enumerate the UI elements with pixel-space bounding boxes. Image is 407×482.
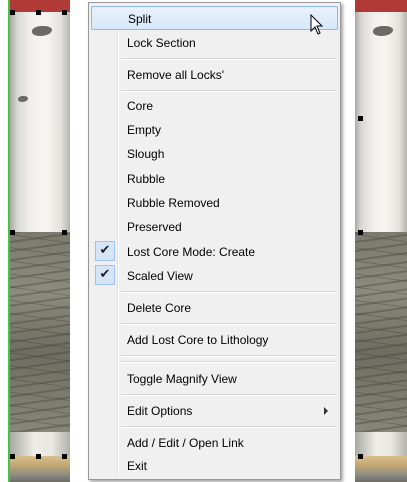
menu-item-label: Split bbox=[128, 12, 152, 26]
section-marker[interactable] bbox=[36, 454, 41, 459]
menu-item-label: Slough bbox=[127, 147, 165, 161]
menu-item-label: Lock Section bbox=[127, 36, 196, 50]
menu-item-label: Preserved bbox=[127, 220, 182, 234]
chevron-right-icon bbox=[324, 407, 328, 415]
core-section-white bbox=[355, 12, 407, 232]
menu-item-label: Remove all Locks' bbox=[127, 68, 224, 82]
core-section-tan bbox=[355, 456, 407, 482]
core-section-tan bbox=[10, 456, 70, 482]
context-menu: Split Lock Section Remove all Locks' Cor… bbox=[88, 2, 341, 480]
menu-separator bbox=[121, 58, 336, 60]
menu-item-lost-core-mode[interactable]: ✔ Lost Core Mode: Create bbox=[91, 240, 338, 264]
section-marker[interactable] bbox=[358, 116, 363, 121]
core-section-rock bbox=[10, 232, 70, 432]
menu-item-label: Rubble bbox=[127, 172, 166, 186]
menu-item-split[interactable]: Split bbox=[91, 6, 338, 30]
core-cap bbox=[355, 0, 407, 12]
menu-item-slough[interactable]: Slough bbox=[91, 142, 338, 166]
checkmark-icon: ✔ bbox=[95, 265, 115, 285]
section-marker[interactable] bbox=[358, 454, 363, 459]
arrow-cursor-icon bbox=[310, 14, 324, 35]
menu-separator bbox=[121, 323, 336, 325]
core-section-white bbox=[10, 12, 70, 232]
menu-item-label: Add Lost Core to Lithology bbox=[127, 333, 269, 347]
menu-item-label: Rubble Removed bbox=[127, 196, 220, 210]
menu-separator bbox=[121, 361, 336, 363]
menu-separator bbox=[121, 90, 336, 92]
menu-item-add-lost-core-to-lithology[interactable]: Add Lost Core to Lithology bbox=[91, 328, 338, 352]
section-marker[interactable] bbox=[62, 10, 67, 15]
menu-item-label: Toggle Magnify View bbox=[127, 372, 237, 386]
menu-item-scaled-view[interactable]: ✔ Scaled View bbox=[91, 264, 338, 288]
core-image-left bbox=[8, 0, 70, 482]
core-section-white bbox=[10, 432, 70, 456]
menu-item-rubble[interactable]: Rubble bbox=[91, 167, 338, 191]
menu-item-label: Empty bbox=[127, 123, 162, 137]
section-marker[interactable] bbox=[36, 10, 41, 15]
menu-item-label: Exit bbox=[127, 459, 148, 473]
menu-item-label: Delete Core bbox=[127, 301, 192, 315]
menu-item-label: Core bbox=[127, 99, 154, 113]
menu-item-lock-section[interactable]: Lock Section bbox=[91, 31, 338, 55]
section-marker[interactable] bbox=[10, 454, 15, 459]
menu-item-edit-options[interactable]: Edit Options bbox=[91, 399, 338, 423]
section-marker[interactable] bbox=[358, 230, 363, 235]
menu-separator bbox=[121, 355, 336, 357]
menu-item-label: Add / Edit / Open Link bbox=[127, 436, 244, 450]
menu-item-rubble-removed[interactable]: Rubble Removed bbox=[91, 191, 338, 215]
section-marker[interactable] bbox=[62, 454, 67, 459]
menu-separator bbox=[121, 426, 336, 428]
core-section-white bbox=[355, 432, 407, 456]
section-marker[interactable] bbox=[10, 230, 15, 235]
menu-item-delete-core[interactable]: Delete Core bbox=[91, 296, 338, 320]
menu-separator bbox=[121, 394, 336, 396]
menu-item-label: Scaled View bbox=[127, 269, 193, 283]
menu-item-empty[interactable]: Empty bbox=[91, 118, 338, 142]
menu-item-remove-all-locks[interactable]: Remove all Locks' bbox=[91, 63, 338, 87]
menu-item-core[interactable]: Core bbox=[91, 94, 338, 118]
checkmark-icon: ✔ bbox=[95, 241, 115, 261]
menu-item-toggle-magnify-view[interactable]: Toggle Magnify View bbox=[91, 367, 338, 391]
section-marker[interactable] bbox=[10, 10, 15, 15]
section-marker[interactable] bbox=[62, 230, 67, 235]
core-section-rock bbox=[355, 232, 407, 432]
menu-item-preserved[interactable]: Preserved bbox=[91, 215, 338, 239]
menu-separator bbox=[121, 291, 336, 293]
menu-item-exit[interactable]: Exit bbox=[91, 454, 338, 478]
menu-item-label: Lost Core Mode: Create bbox=[127, 245, 256, 259]
menu-item-add-edit-open-link[interactable]: Add / Edit / Open Link bbox=[91, 431, 338, 455]
core-image-right bbox=[355, 0, 407, 482]
menu-item-label: Edit Options bbox=[127, 404, 193, 418]
